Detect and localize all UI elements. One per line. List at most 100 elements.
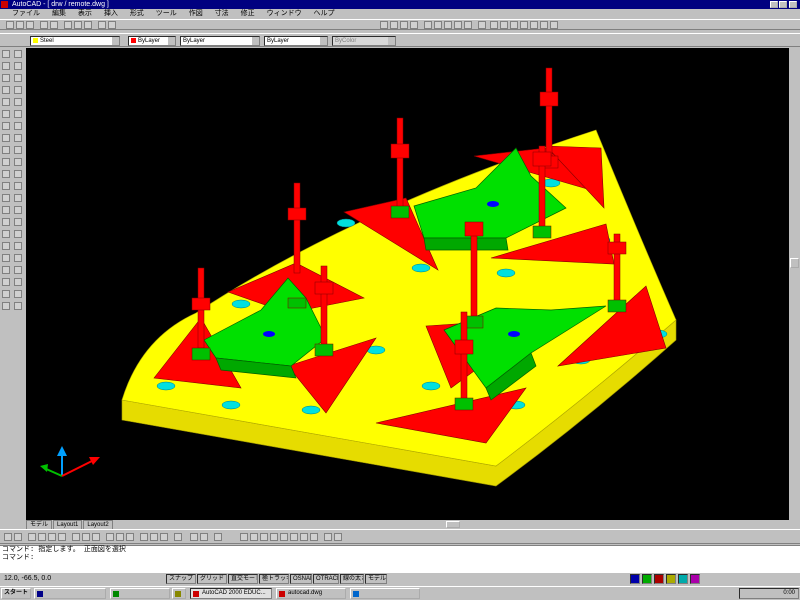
snap-settings-icon[interactable]	[334, 533, 342, 541]
snap-intersection-icon[interactable]	[260, 533, 268, 541]
wedge-icon[interactable]	[2, 278, 10, 286]
taskbar-task[interactable]	[34, 588, 106, 599]
dimension-update-icon[interactable]	[160, 533, 168, 541]
revolve-icon[interactable]	[14, 290, 22, 298]
menu-tools[interactable]: ツール	[156, 10, 177, 17]
snap-endpoint-icon[interactable]	[240, 533, 248, 541]
union-icon[interactable]	[14, 242, 22, 250]
color-dropdown[interactable]: ByLayer	[128, 36, 176, 46]
minimize-button[interactable]	[770, 1, 778, 8]
point-icon[interactable]	[2, 182, 10, 190]
extend-icon[interactable]	[14, 182, 22, 190]
taskbar-task-autocad[interactable]: AutoCAD 2000 EDUC...	[190, 588, 272, 599]
tray-icon-5[interactable]	[678, 574, 688, 584]
maximize-button[interactable]	[779, 1, 787, 8]
tray-icon-1[interactable]	[630, 574, 640, 584]
mtext-icon[interactable]	[2, 218, 10, 226]
snap-center-icon[interactable]	[270, 533, 278, 541]
menu-edit[interactable]: 編集	[52, 10, 66, 17]
polyline-icon[interactable]	[2, 74, 10, 82]
menu-file[interactable]: ファイル	[12, 10, 40, 17]
tolerance-icon[interactable]	[116, 533, 124, 541]
pan-icon[interactable]	[380, 21, 388, 29]
vertical-scrollbar[interactable]	[789, 48, 800, 520]
zoom-window-icon[interactable]	[400, 21, 408, 29]
stretch-icon[interactable]	[14, 146, 22, 154]
save-icon[interactable]	[26, 21, 34, 29]
menu-window[interactable]: ウィンドウ	[267, 10, 302, 17]
aligned-dimension-icon[interactable]	[14, 533, 22, 541]
copy-object-icon[interactable]	[14, 62, 22, 70]
tray-icon-6[interactable]	[690, 574, 700, 584]
print-icon[interactable]	[40, 21, 48, 29]
linear-dimension-icon[interactable]	[4, 533, 12, 541]
make-block-icon[interactable]	[2, 170, 10, 178]
lineweight-toggle[interactable]: 線の太さ	[340, 574, 364, 584]
snap-tangent-icon[interactable]	[290, 533, 298, 541]
snap-toggle[interactable]: スナップ	[166, 574, 196, 584]
line-icon[interactable]	[2, 50, 10, 58]
command-prompt[interactable]: コマンド:	[2, 554, 800, 562]
subtract-icon[interactable]	[14, 254, 22, 262]
ucs-origin-icon[interactable]	[510, 21, 518, 29]
horizontal-scroll-thumb[interactable]	[446, 521, 460, 528]
vertical-scroll-thumb[interactable]	[790, 258, 799, 268]
preview-icon[interactable]	[50, 21, 58, 29]
intersect-icon[interactable]	[14, 266, 22, 274]
snap-nearest-icon[interactable]	[310, 533, 318, 541]
extrude-icon[interactable]	[14, 278, 22, 286]
menu-draw[interactable]: 作図	[189, 10, 203, 17]
ucs-world-icon[interactable]	[500, 21, 508, 29]
erase-icon[interactable]	[14, 50, 22, 58]
render-setting-icon[interactable]	[190, 533, 198, 541]
cylinder-icon[interactable]	[2, 254, 10, 262]
mirror-icon[interactable]	[14, 74, 22, 82]
undo-icon[interactable]	[98, 21, 106, 29]
ellipse-icon[interactable]	[2, 146, 10, 154]
menu-dimension[interactable]: 寸法	[215, 10, 229, 17]
help-icon[interactable]	[478, 21, 486, 29]
array-icon[interactable]	[14, 98, 22, 106]
insert-block-icon[interactable]	[2, 158, 10, 166]
zoom-realtime-icon[interactable]	[390, 21, 398, 29]
rectangle-icon[interactable]	[2, 98, 10, 106]
cut-icon[interactable]	[64, 21, 72, 29]
taskbar-task[interactable]	[110, 588, 170, 599]
shade-icon[interactable]	[454, 21, 462, 29]
continue-dimension-icon[interactable]	[92, 533, 100, 541]
tray-icon-3[interactable]	[654, 574, 664, 584]
paste-icon[interactable]	[84, 21, 92, 29]
menu-view[interactable]: 表示	[78, 10, 92, 17]
hatch-icon[interactable]	[2, 194, 10, 202]
diameter-dimension-icon[interactable]	[48, 533, 56, 541]
zoom-previous-icon[interactable]	[410, 21, 418, 29]
snap-quadrant-icon[interactable]	[280, 533, 288, 541]
ucs-3point-icon[interactable]	[520, 21, 528, 29]
view-front-icon[interactable]	[540, 21, 548, 29]
center-mark-icon[interactable]	[126, 533, 134, 541]
offset-icon[interactable]	[14, 86, 22, 94]
trim-icon[interactable]	[14, 170, 22, 178]
orbit-icon[interactable]	[444, 21, 452, 29]
explode-icon[interactable]	[14, 230, 22, 238]
material-icon[interactable]	[214, 533, 222, 541]
leader-icon[interactable]	[106, 533, 114, 541]
grid-toggle[interactable]: グリッド	[197, 574, 227, 584]
section-icon[interactable]	[14, 302, 22, 310]
redo-icon[interactable]	[108, 21, 116, 29]
lengthen-icon[interactable]	[14, 158, 22, 166]
region-icon[interactable]	[2, 206, 10, 214]
snap-midpoint-icon[interactable]	[250, 533, 258, 541]
tray-icon-4[interactable]	[666, 574, 676, 584]
construction-line-icon[interactable]	[2, 62, 10, 70]
torus-icon[interactable]	[2, 290, 10, 298]
new-icon[interactable]	[6, 21, 14, 29]
spline-icon[interactable]	[2, 134, 10, 142]
plotstyle-dropdown[interactable]: ByColor	[332, 36, 396, 46]
command-window[interactable]: コマンド: 指定します。 正面図を選択 コマンド:	[0, 545, 800, 573]
sphere-icon[interactable]	[2, 242, 10, 250]
menu-insert[interactable]: 挿入	[104, 10, 118, 17]
radius-dimension-icon[interactable]	[38, 533, 46, 541]
scale-icon[interactable]	[14, 134, 22, 142]
move-icon[interactable]	[14, 110, 22, 118]
